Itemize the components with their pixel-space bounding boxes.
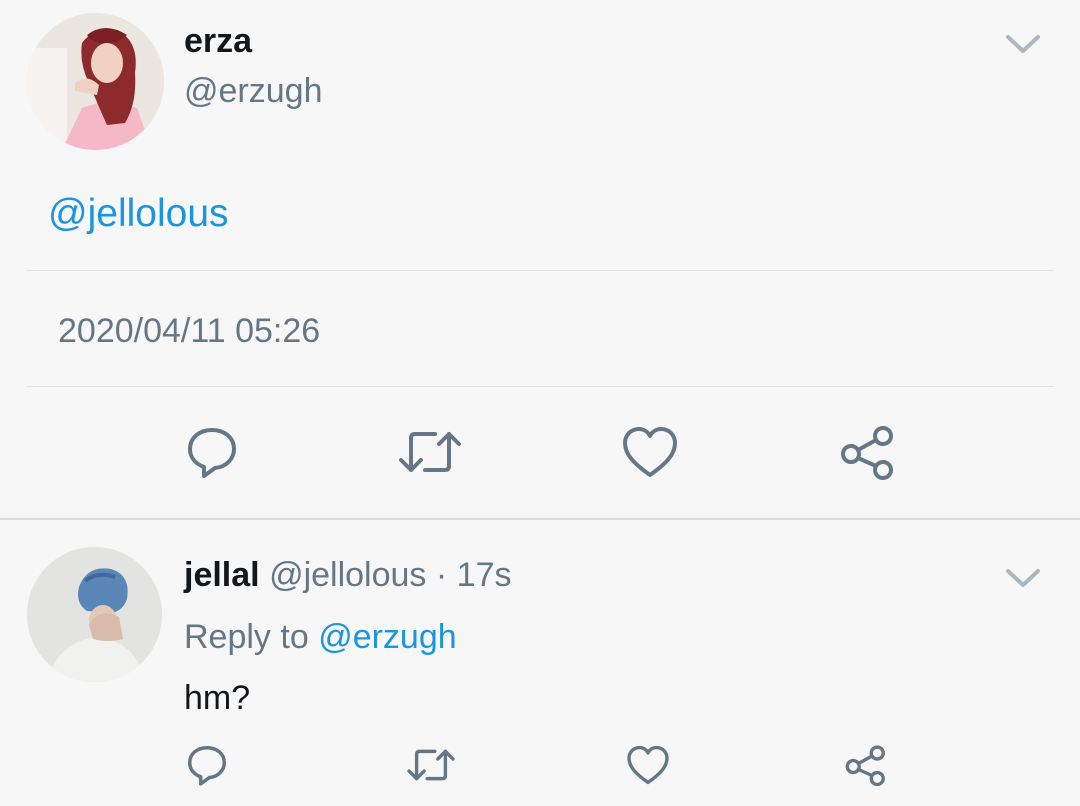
like-icon [627, 745, 669, 785]
like-icon [623, 427, 677, 477]
reply-text: hm? [184, 679, 251, 717]
reply-icon [187, 745, 227, 786]
reply-to-line: Reply to @erzugh [184, 618, 457, 657]
reply-header: jellal @jellolous · 17s [184, 556, 512, 595]
divider [27, 270, 1054, 271]
author-handle[interactable]: @erzugh [184, 72, 322, 111]
reply-age: 17s [456, 556, 512, 594]
reply-author-avatar[interactable] [27, 547, 162, 682]
retweet-icon [407, 749, 455, 781]
reply-icon [188, 428, 236, 478]
divider [27, 386, 1054, 387]
avatar-image [27, 547, 162, 682]
like-button[interactable] [615, 420, 685, 484]
retweet-button[interactable] [405, 740, 457, 790]
chevron-down-icon[interactable] [1001, 28, 1045, 60]
tweet-text-mention[interactable]: @jellolous [48, 192, 229, 236]
author-avatar[interactable] [27, 13, 164, 150]
share-icon [841, 426, 893, 480]
like-button[interactable] [623, 740, 673, 790]
avatar-image [27, 13, 164, 150]
reply-author-display-name[interactable]: jellal [184, 556, 260, 594]
retweet-button[interactable] [395, 420, 465, 484]
reply-button[interactable] [177, 420, 247, 484]
share-button[interactable] [841, 740, 891, 790]
chevron-down-icon[interactable] [1001, 562, 1045, 594]
share-icon [845, 745, 885, 786]
reply-author-handle[interactable]: @jellolous [269, 556, 426, 594]
separator-dot: · [435, 556, 448, 594]
reply-button[interactable] [182, 740, 232, 790]
reply-to-mention[interactable]: @erzugh [318, 618, 456, 656]
section-divider [0, 518, 1080, 520]
reply-to-prefix: Reply to [184, 618, 309, 656]
author-display-name[interactable]: erza [184, 22, 252, 61]
share-button[interactable] [833, 420, 903, 484]
retweet-icon [399, 432, 461, 472]
tweet-timestamp: 2020/04/11 05:26 [58, 312, 321, 350]
